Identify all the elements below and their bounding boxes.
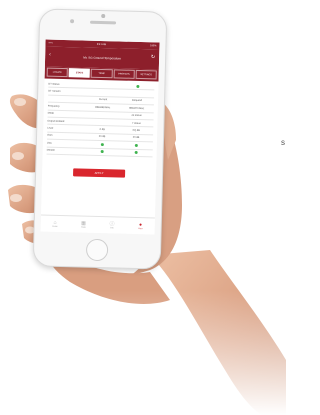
row-value-required xyxy=(120,93,154,94)
row-value-current xyxy=(86,92,120,93)
row-label: Output Related xyxy=(47,119,65,123)
row-value-current xyxy=(85,150,119,154)
row-label: DT Version xyxy=(48,89,61,94)
nav-label: Home xyxy=(52,225,58,228)
row-label: Mode xyxy=(47,111,54,116)
row-value-required: ok status xyxy=(131,114,142,118)
row-label: DT Status xyxy=(48,82,60,86)
row-label: Frequency xyxy=(47,104,60,108)
row-value-current xyxy=(85,122,119,123)
row-label: LNA xyxy=(46,141,52,145)
nav-label: User xyxy=(138,227,143,230)
bottom-navigation: ⌂ Home ▦ Data ⓘ Info ● User xyxy=(40,214,155,235)
column-header-required: Required xyxy=(131,99,143,103)
nav-label: Data xyxy=(81,226,86,229)
camera-icon xyxy=(101,13,106,19)
status-ok-icon xyxy=(134,151,138,155)
row-value-required: 7 status xyxy=(132,121,141,125)
status-ok-icon xyxy=(100,142,104,146)
status-ok-icon xyxy=(134,143,138,147)
nav-item-data[interactable]: ▦ Data xyxy=(69,216,98,233)
row-label: Gain xyxy=(47,134,53,138)
speaker-grille xyxy=(90,20,117,25)
tab-settings[interactable]: SETTINGS xyxy=(135,69,157,80)
row-value-current xyxy=(86,85,120,86)
nav-item-info[interactable]: ⓘ Info xyxy=(98,217,127,234)
phone-screen: ••••• 9:41 AM 100% ‹ Mr. SG Ground Tempe… xyxy=(40,39,160,235)
row-label: Level xyxy=(47,126,54,130)
refresh-icon[interactable]: ↻ xyxy=(151,54,155,60)
nav-item-home[interactable]: ⌂ Home xyxy=(41,215,70,232)
tab-profiles[interactable]: PROFILES xyxy=(113,69,135,79)
row-value-current xyxy=(86,114,120,115)
front-camera-icon xyxy=(70,19,75,24)
status-table: DT Status DT Version Current Required Fr… xyxy=(43,79,159,158)
status-ok-icon xyxy=(135,84,139,88)
status-time: 9:41 AM xyxy=(96,42,107,47)
row-value-required xyxy=(119,143,153,147)
row-value-required: 0Q dB xyxy=(132,128,140,133)
row-label: Monitor xyxy=(46,148,56,153)
cropped-side-text: s xyxy=(281,138,285,147)
row-value-required xyxy=(119,151,153,155)
row-value-current: 868-868 MHz xyxy=(95,105,111,110)
home-button[interactable] xyxy=(85,238,109,262)
row-value-current xyxy=(85,142,119,146)
row-value-current: 20 dB xyxy=(98,135,106,139)
nav-label: Info xyxy=(110,226,114,229)
app-header: ‹ Mr. SG Ground Temperature ↻ xyxy=(44,46,160,70)
tab-locate[interactable]: LOCATE xyxy=(46,67,69,78)
tab-temp[interactable]: TEMP xyxy=(91,68,113,79)
row-value-required xyxy=(120,84,154,88)
back-arrow-icon[interactable]: ‹ xyxy=(49,52,51,58)
nav-item-user[interactable]: ● User xyxy=(126,218,155,235)
signal-indicator: ••••• xyxy=(48,41,53,45)
row-value-required: 20 dB xyxy=(132,136,140,140)
app-title: Mr. SG Ground Temperature xyxy=(83,55,122,61)
table-row: Monitor xyxy=(46,147,153,158)
row-value-current: 0 dB xyxy=(99,128,105,132)
apply-button[interactable]: APPLY xyxy=(73,168,126,178)
tab-state[interactable]: STATE xyxy=(68,68,91,78)
battery-indicator: 100% xyxy=(149,44,157,48)
status-ok-icon xyxy=(100,150,104,154)
row-label xyxy=(48,99,86,100)
column-header-current: Current xyxy=(98,98,108,102)
row-value-required: 868-870 MHz xyxy=(129,106,145,111)
smartphone: ••••• 9:41 AM 100% ‹ Mr. SG Ground Tempe… xyxy=(32,8,168,270)
